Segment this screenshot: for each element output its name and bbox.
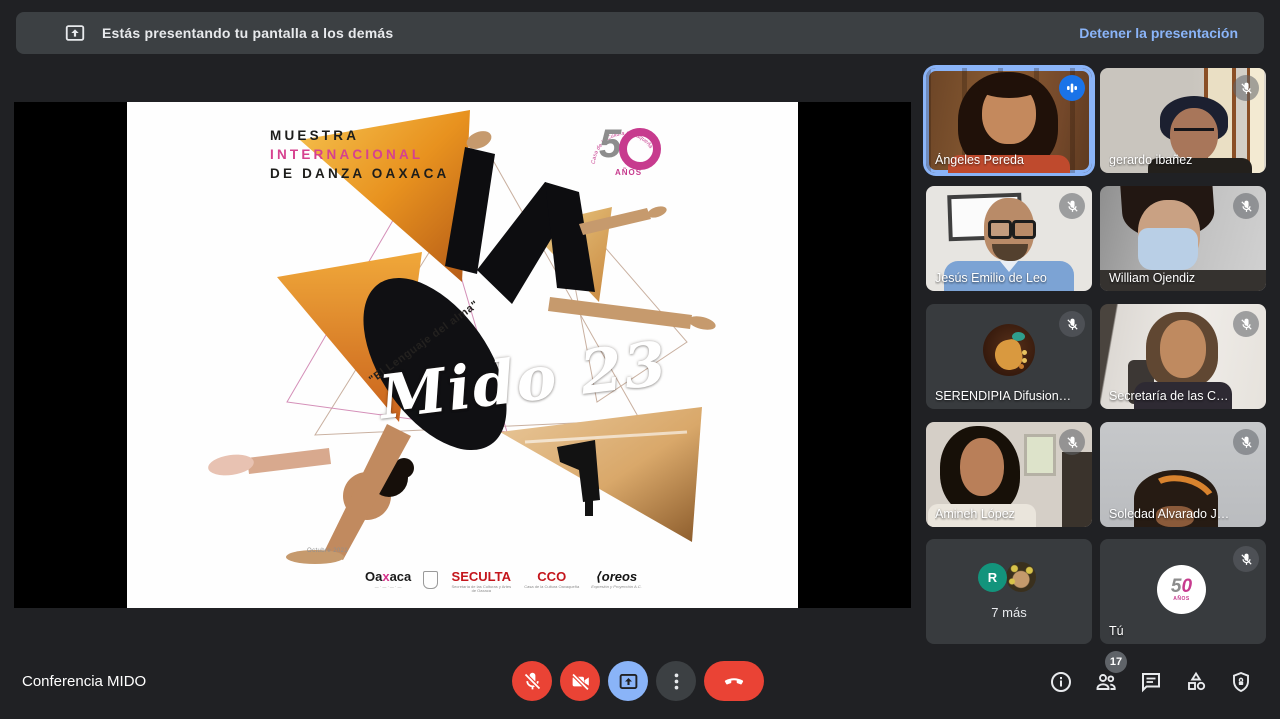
logo-zero-ring [619,128,661,170]
video-tile-serendipia[interactable]: SERENDIPIA Difusion… [926,304,1092,409]
participant-name: Amineh López [935,507,1015,521]
mic-off-icon [1233,311,1259,337]
activities-icon[interactable] [1184,670,1208,694]
cco-logo: CCO Casa de la Cultura Oaxaqueña [524,570,579,589]
cam-off-icon [570,671,591,692]
seculta-logo: SECULTA Secretaría de las Culturas y Art… [450,570,512,593]
participant-name: William Ojendiz [1109,271,1195,285]
mic-off-icon [1059,311,1085,337]
mic-off-icon [1233,546,1259,572]
present-to-all-icon [64,22,86,44]
mic-off-icon [1233,429,1259,455]
slide: MUESTRA INTERNACIONAL DE DANZA OAXACA Ca… [127,102,798,608]
people-icon[interactable] [1094,670,1118,694]
slide-footer-logos: Oaxaca — · — · — · — SECULTA Secretaría … [365,570,642,593]
participant-name: Jesús Emilio de Leo [935,271,1047,285]
end-call-icon [722,669,746,693]
slide-title-line2: INTERNACIONAL [270,145,450,164]
self-label: Tú [1109,624,1124,638]
logo-number-5: 5 [599,122,621,167]
slide-title-line1: MUESTRA [270,126,450,145]
self-avatar-50-logo: 50 AÑOS [1157,565,1206,614]
camera-toggle-button[interactable] [560,661,600,701]
stop-presenting-button[interactable]: Detener la presentación [1079,25,1238,41]
mic-off-icon [1059,429,1085,455]
logo-years: AÑOS [615,168,642,177]
video-tile-secretaria[interactable]: Secretaría de las C… [1100,304,1266,409]
overflow-count-label: 7 más [926,605,1092,620]
oaxaca-logo: Oaxaca — · — · — · — [365,570,411,589]
host-controls-icon[interactable] [1229,670,1253,694]
mic-off-icon [522,671,543,692]
slide-date: Octubre 2021 [307,548,348,554]
video-tile-jesus-emilio[interactable]: Jesús Emilio de Leo [926,186,1092,291]
crest-icon [423,571,438,589]
video-tile-amineh-lopez[interactable]: Amineh López [926,422,1092,527]
meeting-name: Conferencia MIDO [22,673,146,690]
end-call-button[interactable] [704,661,764,701]
mic-toggle-button[interactable] [512,661,552,701]
chat-icon[interactable] [1139,670,1163,694]
present-to-all-icon [618,671,639,692]
audio-level-icon [1059,75,1085,101]
participant-name: gerardo ibañez [1109,153,1192,167]
video-tile-gerardo-ibanez[interactable]: gerardo ibañez [1100,68,1266,173]
slide-title: MUESTRA INTERNACIONAL DE DANZA OAXACA [270,126,450,183]
video-tile-soledad-alvarado[interactable]: Soledad Alvarado J… [1100,422,1266,527]
present-button[interactable] [608,661,648,701]
more-options-icon [666,671,687,692]
participant-name: Soledad Alvarado J… [1109,507,1229,521]
video-tile-angeles-pereda[interactable]: Ángeles Pereda [926,68,1092,173]
participant-name: Ángeles Pereda [935,153,1024,167]
participant-name: SERENDIPIA Difusion… [935,389,1071,403]
koreos-logo: ⟨oreos Expresión y Proyección A.C. [591,570,642,589]
presenting-banner: Estás presentando tu pantalla a los demá… [16,12,1264,54]
info-icon[interactable] [1049,670,1073,694]
avatar [1006,562,1036,592]
mic-off-icon [1059,193,1085,219]
video-tile-william-ojendiz[interactable]: William Ojendiz [1100,186,1266,291]
more-options-button[interactable] [656,661,696,701]
mic-off-icon [1233,75,1259,101]
participant-name: Secretaría de las C… [1109,389,1229,403]
presentation-feed[interactable]: MUESTRA INTERNACIONAL DE DANZA OAXACA Ca… [14,102,911,608]
participant-count-badge: 17 [1105,651,1127,673]
slide-title-line3: DE DANZA OAXACA [270,164,450,183]
anniversary-50-logo: Casa de la Cultura Oaxaqueña 5 AÑOS [585,120,663,194]
overflow-tile-7-mas[interactable]: R 7 más [926,539,1092,644]
avatar: R [978,563,1007,592]
presenting-message: Estás presentando tu pantalla a los demá… [102,25,393,41]
self-video-tile[interactable]: 50 AÑOS Tú [1100,539,1266,644]
mic-off-icon [1233,193,1259,219]
meet-window: Estás presentando tu pantalla a los demá… [0,0,1280,719]
